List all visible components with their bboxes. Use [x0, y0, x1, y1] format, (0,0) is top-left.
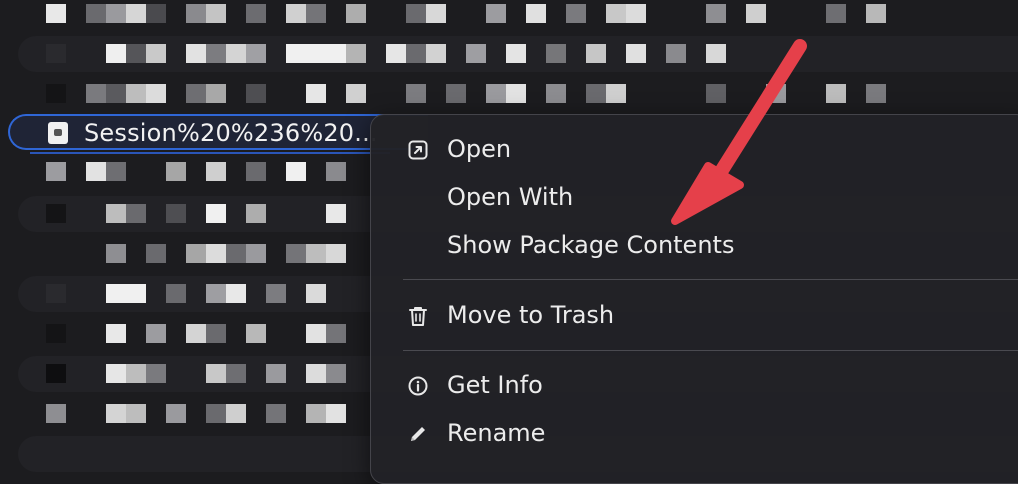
menu-item-move-to-trash[interactable]: Move to Trash — [371, 295, 1018, 335]
list-item[interactable] — [0, 34, 1018, 74]
menu-item-label: Open With — [447, 183, 574, 211]
selected-file-name: Session%20%236%20... — [84, 119, 378, 147]
menu-item-rename[interactable]: Rename — [371, 413, 1018, 453]
open-arrow-icon — [408, 140, 428, 160]
pencil-icon — [411, 427, 425, 441]
selected-file-row[interactable]: Session%20%236%20... — [8, 114, 428, 150]
list-item[interactable] — [0, 74, 1018, 114]
menu-item-label: Move to Trash — [447, 301, 615, 329]
menu-item-get-info[interactable]: Get Info — [371, 365, 1018, 405]
menu-separator — [403, 279, 1018, 280]
document-icon — [48, 122, 68, 144]
trash-icon — [409, 307, 427, 326]
list-item[interactable] — [0, 0, 1018, 34]
selection-underline — [30, 152, 390, 154]
menu-item-label: Open — [447, 135, 512, 163]
menu-separator — [403, 350, 1018, 351]
menu-item-label: Show Package Contents — [447, 231, 735, 259]
menu-item-label: Get Info — [447, 371, 543, 399]
menu-item-open-with[interactable]: Open With — [371, 177, 1018, 217]
menu-item-show-package-contents[interactable]: Show Package Contents — [371, 225, 1018, 265]
menu-item-open[interactable]: Open — [371, 129, 1018, 169]
context-menu: Open Open With Show Package Contents Mov… — [370, 114, 1018, 484]
menu-item-label: Rename — [447, 419, 546, 447]
info-icon — [408, 376, 428, 396]
